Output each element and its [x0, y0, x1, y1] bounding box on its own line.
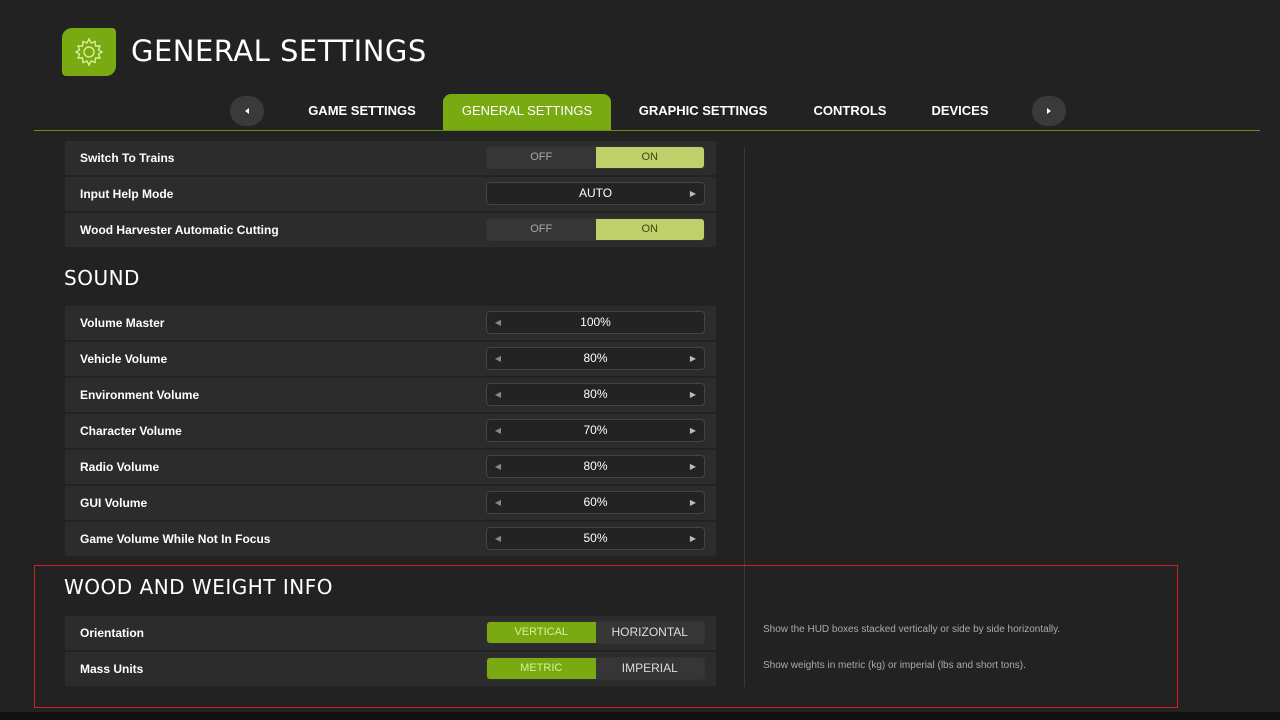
setting-row-environment-volume: Environment Volume ◀ 80% ▶ — [65, 378, 716, 412]
selector-value: 70% — [583, 423, 608, 437]
setting-label: Environment Volume — [80, 388, 200, 402]
setting-label: Volume Master — [80, 316, 165, 330]
setting-label: Orientation — [80, 626, 145, 640]
bottom-bar — [0, 712, 1280, 720]
setting-label: Game Volume While Not In Focus — [80, 532, 271, 546]
setting-label: Radio Volume — [80, 460, 160, 474]
toggle-option-on[interactable]: ON — [595, 219, 704, 240]
next-option-icon[interactable]: ▶ — [684, 420, 702, 441]
radio-volume-selector[interactable]: ◀ 80% ▶ — [486, 455, 705, 478]
toggle-option-on[interactable]: ON — [595, 147, 704, 168]
settings-panel: Switch To Trains OFF ON Input Help Mode … — [0, 0, 1280, 720]
next-option-icon[interactable]: ▶ — [684, 456, 702, 477]
setting-row-vehicle-volume: Vehicle Volume ◀ 80% ▶ — [65, 342, 716, 376]
volume-master-selector[interactable]: ◀ 100% — [486, 311, 705, 334]
panel-divider — [744, 147, 745, 687]
setting-label: Input Help Mode — [80, 187, 174, 201]
setting-row-gui-volume: GUI Volume ◀ 60% ▶ — [65, 486, 716, 520]
orientation-description: Show the HUD boxes stacked vertically or… — [763, 624, 1061, 635]
gui-volume-selector[interactable]: ◀ 60% ▶ — [486, 491, 705, 514]
next-option-icon[interactable]: ▶ — [684, 183, 702, 204]
setting-label: GUI Volume — [80, 496, 148, 510]
setting-label: Wood Harvester Automatic Cutting — [80, 223, 279, 237]
selector-value: 60% — [583, 495, 608, 509]
selector-value: 80% — [583, 351, 608, 365]
setting-row-mass-units: Mass Units METRIC IMPERIAL — [65, 652, 716, 686]
section-title-wood-weight: WOOD AND WEIGHT INFO — [64, 575, 333, 599]
selector-value: 100% — [580, 315, 611, 329]
wood-harvester-cutting-toggle: OFF ON — [486, 218, 705, 241]
mass-units-option-metric[interactable]: METRIC — [487, 658, 596, 679]
orientation-option-horizontal[interactable]: HORIZONTAL — [596, 622, 705, 643]
mass-units-toggle: METRIC IMPERIAL — [486, 657, 705, 680]
character-volume-selector[interactable]: ◀ 70% ▶ — [486, 419, 705, 442]
toggle-option-off[interactable]: OFF — [487, 219, 596, 240]
next-option-icon[interactable]: ▶ — [684, 384, 702, 405]
next-option-icon[interactable]: ▶ — [684, 528, 702, 549]
setting-row-volume-master: Volume Master ◀ 100% — [65, 306, 716, 340]
setting-label: Switch To Trains — [80, 151, 175, 165]
next-option-icon[interactable]: ▶ — [684, 348, 702, 369]
next-option-icon[interactable]: ▶ — [684, 492, 702, 513]
mass-units-option-imperial[interactable]: IMPERIAL — [596, 658, 705, 679]
mass-units-description: Show weights in metric (kg) or imperial … — [763, 660, 1026, 671]
setting-row-character-volume: Character Volume ◀ 70% ▶ — [65, 414, 716, 448]
input-help-mode-selector[interactable]: AUTO ▶ — [486, 182, 705, 205]
setting-row-switch-to-trains: Switch To Trains OFF ON — [65, 141, 716, 175]
section-title-sound: SOUND — [64, 266, 140, 290]
selector-value: AUTO — [578, 186, 613, 200]
setting-row-orientation: Orientation VERTICAL HORIZONTAL — [65, 616, 716, 650]
toggle-option-off[interactable]: OFF — [487, 147, 596, 168]
environment-volume-selector[interactable]: ◀ 80% ▶ — [486, 383, 705, 406]
selector-value: 50% — [583, 531, 608, 545]
setting-label: Mass Units — [80, 662, 144, 676]
setting-label: Character Volume — [80, 424, 182, 438]
setting-row-wood-harvester-cutting: Wood Harvester Automatic Cutting OFF ON — [65, 213, 716, 247]
orientation-option-vertical[interactable]: VERTICAL — [487, 622, 596, 643]
selector-value: 80% — [583, 459, 608, 473]
vehicle-volume-selector[interactable]: ◀ 80% ▶ — [486, 347, 705, 370]
game-volume-unfocused-selector[interactable]: ◀ 50% ▶ — [486, 527, 705, 550]
orientation-toggle: VERTICAL HORIZONTAL — [486, 621, 705, 644]
selector-value: 80% — [583, 387, 608, 401]
setting-row-input-help-mode: Input Help Mode AUTO ▶ — [65, 177, 716, 211]
setting-row-game-volume-unfocused: Game Volume While Not In Focus ◀ 50% ▶ — [65, 522, 716, 556]
switch-to-trains-toggle: OFF ON — [486, 146, 705, 169]
setting-row-radio-volume: Radio Volume ◀ 80% ▶ — [65, 450, 716, 484]
setting-label: Vehicle Volume — [80, 352, 168, 366]
